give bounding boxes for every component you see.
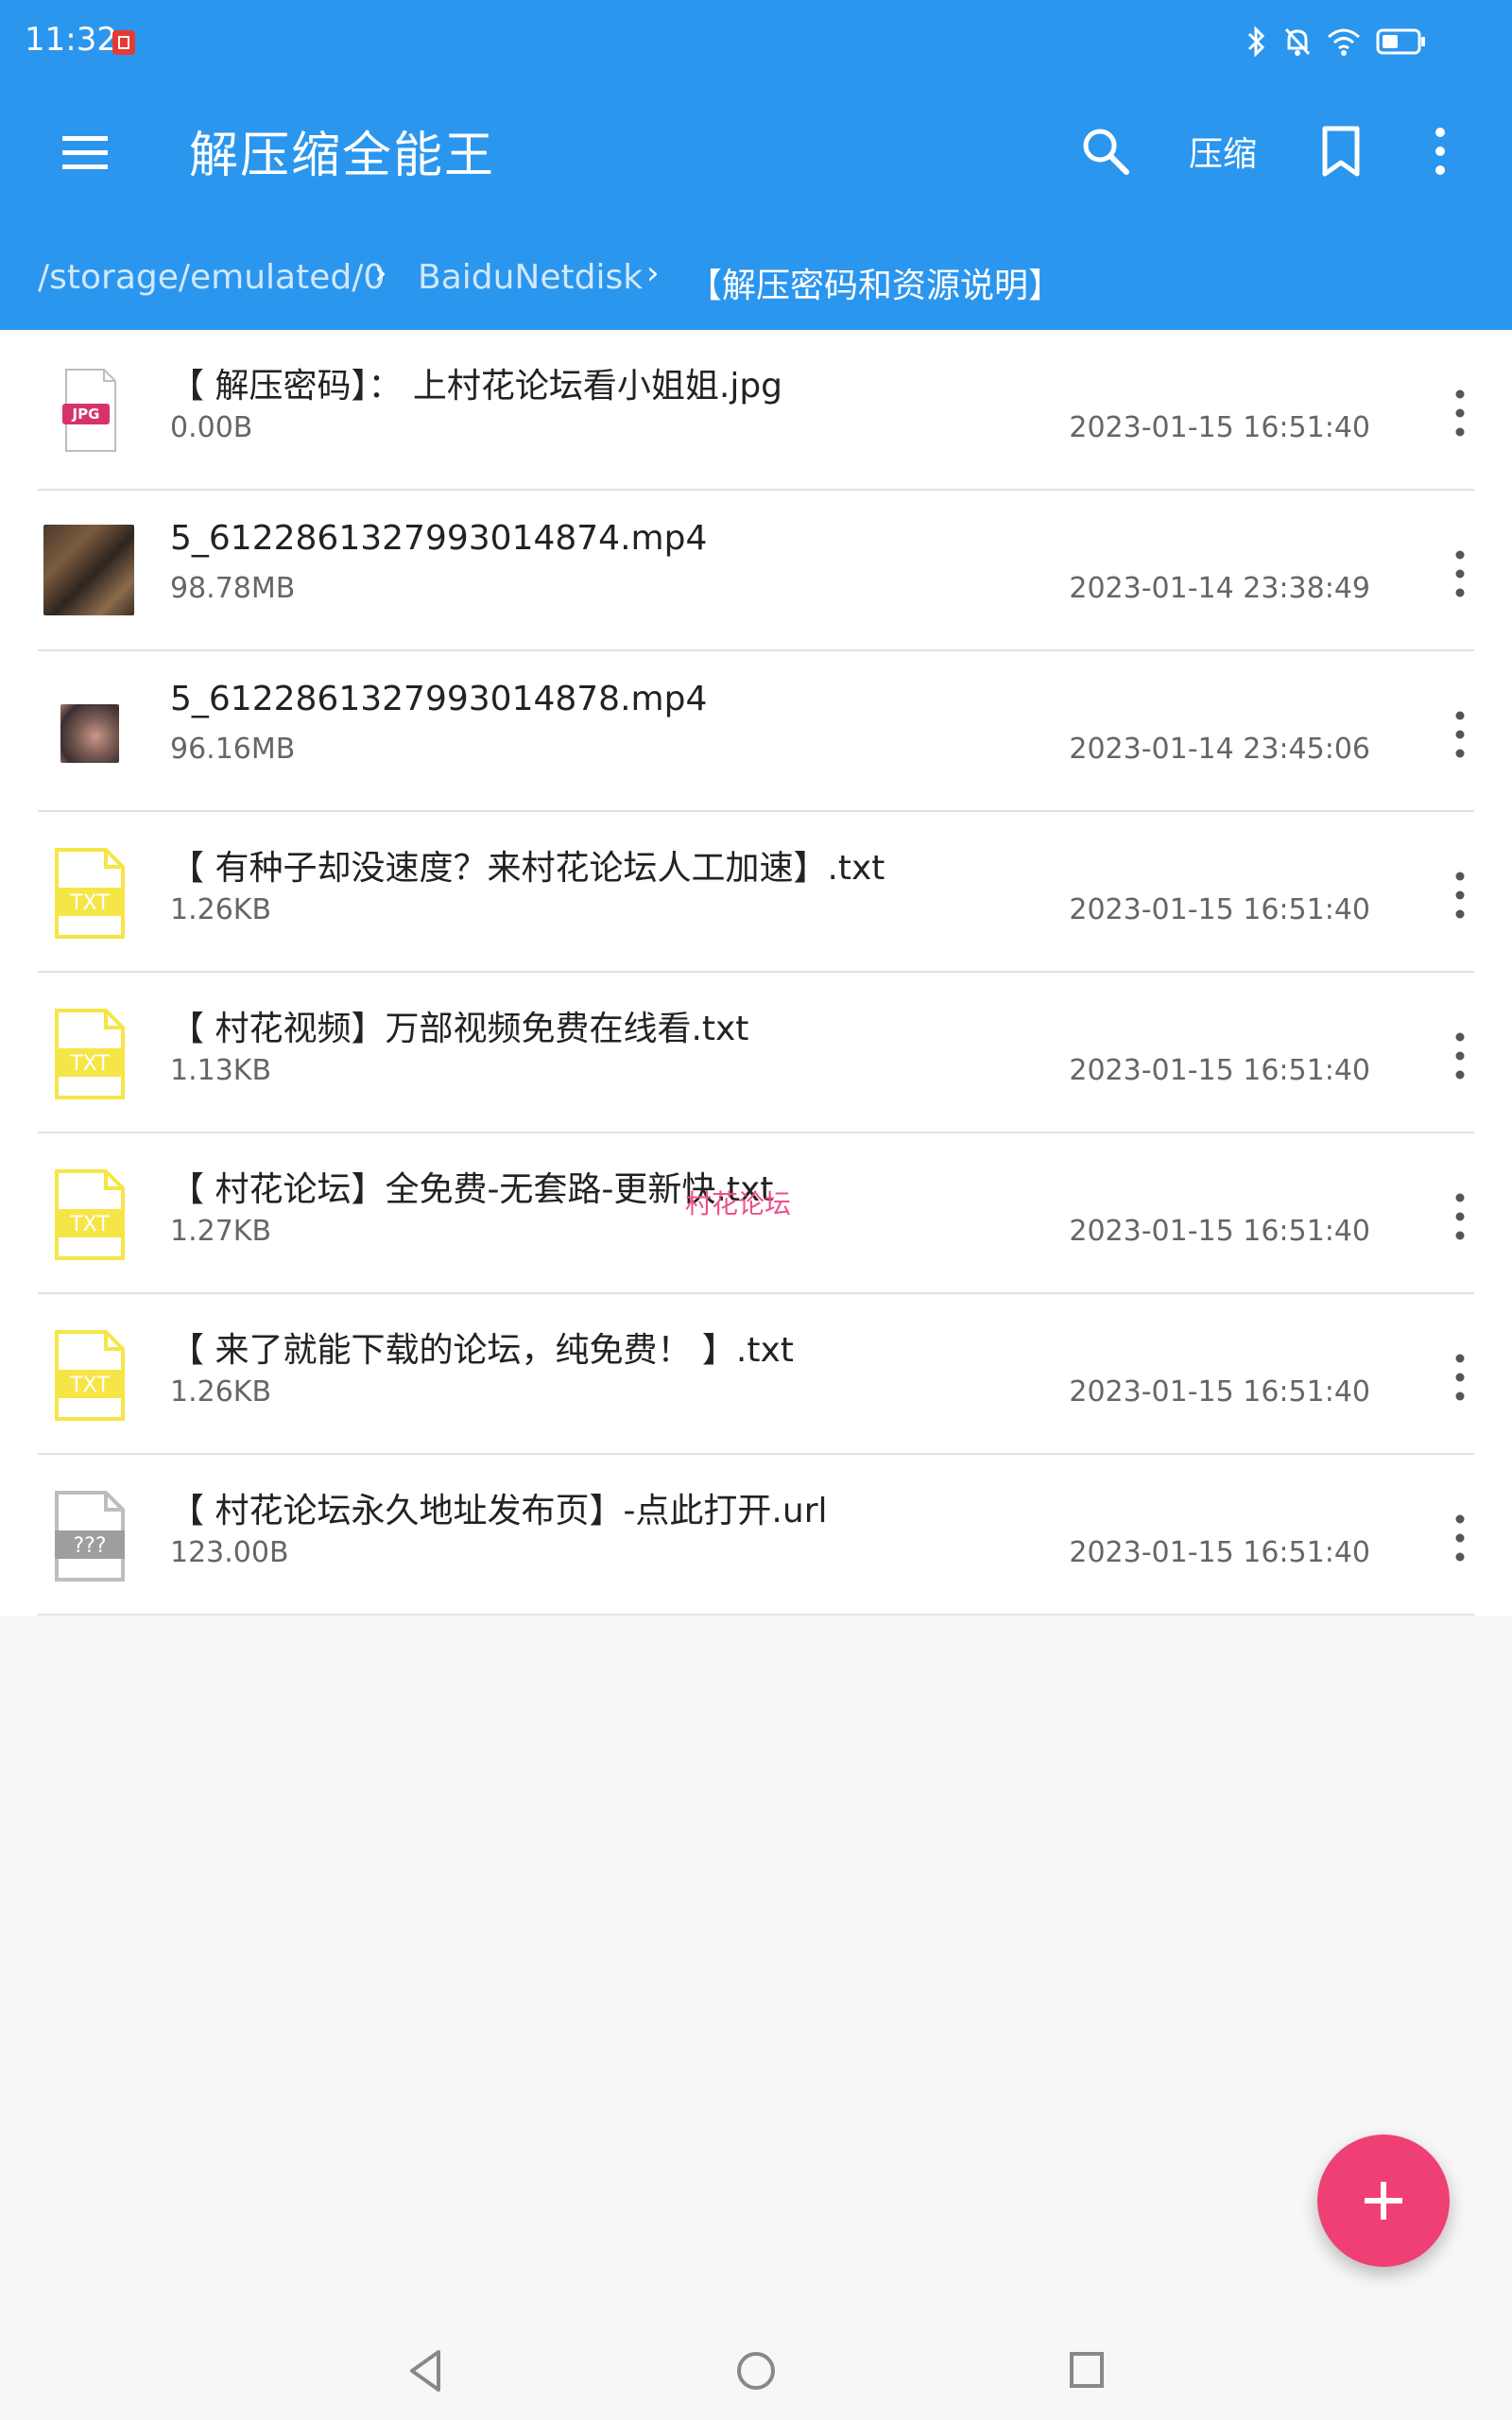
file-type-badge: TXT [69, 1374, 110, 1397]
more-vert-icon[interactable] [1423, 121, 1457, 182]
file-date: 2023-01-15 16:51:40 [1069, 411, 1370, 444]
more-vert-icon[interactable] [1446, 867, 1474, 924]
bluetooth-icon [1247, 26, 1265, 58]
more-vert-icon[interactable] [1446, 1188, 1474, 1245]
menu-icon[interactable] [57, 125, 113, 182]
nav-recent-icon[interactable] [1068, 2346, 1106, 2395]
wifi-icon [1328, 28, 1360, 56]
status-time: 11:32 [25, 21, 117, 59]
more-vert-icon[interactable] [1446, 385, 1474, 441]
file-row[interactable]: JPG 【 解压密码】： 上村花论坛看小姐姐.jpg 0.00B 2023-01… [0, 330, 1512, 491]
chevron-right-icon: › [374, 254, 387, 292]
unknown-file-icon: ??? [55, 1491, 125, 1582]
file-size: 0.00B [170, 411, 253, 444]
file-date: 2023-01-15 16:51:40 [1069, 1054, 1370, 1087]
file-date: 2023-01-14 23:38:49 [1069, 572, 1370, 605]
file-size: 1.26KB [170, 1375, 272, 1409]
status-bar: 11:32 [0, 0, 1512, 85]
breadcrumb-item-baidunetdisk[interactable]: BaiduNetdisk [418, 258, 643, 297]
file-size: 1.26KB [170, 893, 272, 926]
bookmark-icon[interactable] [1317, 123, 1365, 180]
system-nav-bar [0, 2335, 1512, 2420]
add-fab-button[interactable] [1317, 2135, 1450, 2267]
file-row[interactable]: TXT 【 来了就能下载的论坛，纯免费！ 】.txt 1.26KB 2023-0… [0, 1294, 1512, 1455]
file-row[interactable]: 5_6122861327993014878.mp4 96.16MB 2023-0… [0, 651, 1512, 812]
file-name: 5_6122861327993014874.mp4 [170, 519, 708, 558]
video-thumbnail [60, 704, 119, 763]
file-name: 【 村花视频】万部视频免费在线看.txt [170, 1010, 749, 1048]
file-name: 【 村花论坛永久地址发布页】-点此打开.url [170, 1492, 828, 1530]
nav-home-icon[interactable] [735, 2344, 777, 2397]
file-name: 【 来了就能下载的论坛，纯免费！ 】.txt [170, 1331, 794, 1370]
file-size: 1.27KB [170, 1215, 272, 1248]
breadcrumb: /storage/emulated/0 › BaiduNetdisk › 【解压… [0, 251, 1512, 311]
file-name: 【 解压密码】： 上村花论坛看小姐姐.jpg [170, 367, 783, 406]
more-vert-icon[interactable] [1446, 545, 1474, 602]
file-row[interactable]: ??? 【 村花论坛永久地址发布页】-点此打开.url 123.00B 2023… [0, 1455, 1512, 1616]
mute-bell-icon [1284, 27, 1311, 56]
file-date: 2023-01-15 16:51:40 [1069, 893, 1370, 926]
app-bar: 11:32 解压缩全能王 压缩 /storage/emulated/0 › Ba… [0, 0, 1512, 330]
file-name: 5_6122861327993014878.mp4 [170, 680, 708, 718]
file-row[interactable]: TXT 【 村花视频】万部视频免费在线看.txt 1.13KB 2023-01-… [0, 973, 1512, 1133]
app-title: 解压缩全能王 [189, 128, 496, 184]
file-date: 2023-01-15 16:51:40 [1069, 1215, 1370, 1248]
more-vert-icon[interactable] [1446, 1028, 1474, 1084]
file-size: 98.78MB [170, 572, 296, 605]
file-type-badge: TXT [69, 891, 110, 915]
file-name: 【 有种子却没速度？来村花论坛人工加速】.txt [170, 849, 885, 888]
breadcrumb-item-current[interactable]: 【解压密码和资源说明】 [688, 258, 1062, 307]
file-date: 2023-01-14 23:45:06 [1069, 733, 1370, 766]
file-type-badge: ??? [73, 1534, 106, 1558]
toolbar: 解压缩全能王 压缩 [0, 95, 1512, 208]
file-name: 【 村花论坛】全免费-无套路-更新快.txt [170, 1170, 774, 1209]
nav-back-icon[interactable] [404, 2344, 446, 2397]
file-date: 2023-01-15 16:51:40 [1069, 1375, 1370, 1409]
jpg-file-icon: JPG [62, 369, 116, 452]
txt-file-icon: TXT [55, 848, 125, 939]
chevron-right-icon: › [646, 254, 660, 292]
file-row[interactable]: 5_6122861327993014874.mp4 98.78MB 2023-0… [0, 491, 1512, 651]
file-type-badge: TXT [69, 1052, 110, 1076]
txt-file-icon: TXT [55, 1330, 125, 1421]
file-type-badge: JPG [72, 406, 100, 423]
file-size: 96.16MB [170, 733, 296, 766]
txt-file-icon: TXT [55, 1169, 125, 1260]
file-size: 123.00B [170, 1536, 289, 1569]
status-icons [1246, 23, 1427, 60]
watermark: 村花论坛 [685, 1188, 792, 1219]
plus-icon [1365, 2182, 1402, 2220]
more-vert-icon[interactable] [1446, 1349, 1474, 1406]
reader-notification-icon [112, 30, 135, 55]
search-icon[interactable] [1077, 123, 1134, 180]
file-date: 2023-01-15 16:51:40 [1069, 1536, 1370, 1569]
file-row[interactable]: TXT 【 有种子却没速度？来村花论坛人工加速】.txt 1.26KB 2023… [0, 812, 1512, 973]
compress-button[interactable]: 压缩 [1189, 127, 1257, 176]
file-list: JPG 【 解压密码】： 上村花论坛看小姐姐.jpg 0.00B 2023-01… [0, 330, 1512, 1616]
file-size: 1.13KB [170, 1054, 272, 1087]
file-type-badge: TXT [69, 1213, 110, 1236]
battery-icon [1376, 28, 1425, 55]
more-vert-icon[interactable] [1446, 706, 1474, 763]
divider [38, 1614, 1474, 1616]
more-vert-icon[interactable] [1446, 1510, 1474, 1566]
breadcrumb-item-storage[interactable]: /storage/emulated/0 [38, 258, 385, 297]
video-thumbnail [43, 525, 134, 615]
txt-file-icon: TXT [55, 1009, 125, 1099]
